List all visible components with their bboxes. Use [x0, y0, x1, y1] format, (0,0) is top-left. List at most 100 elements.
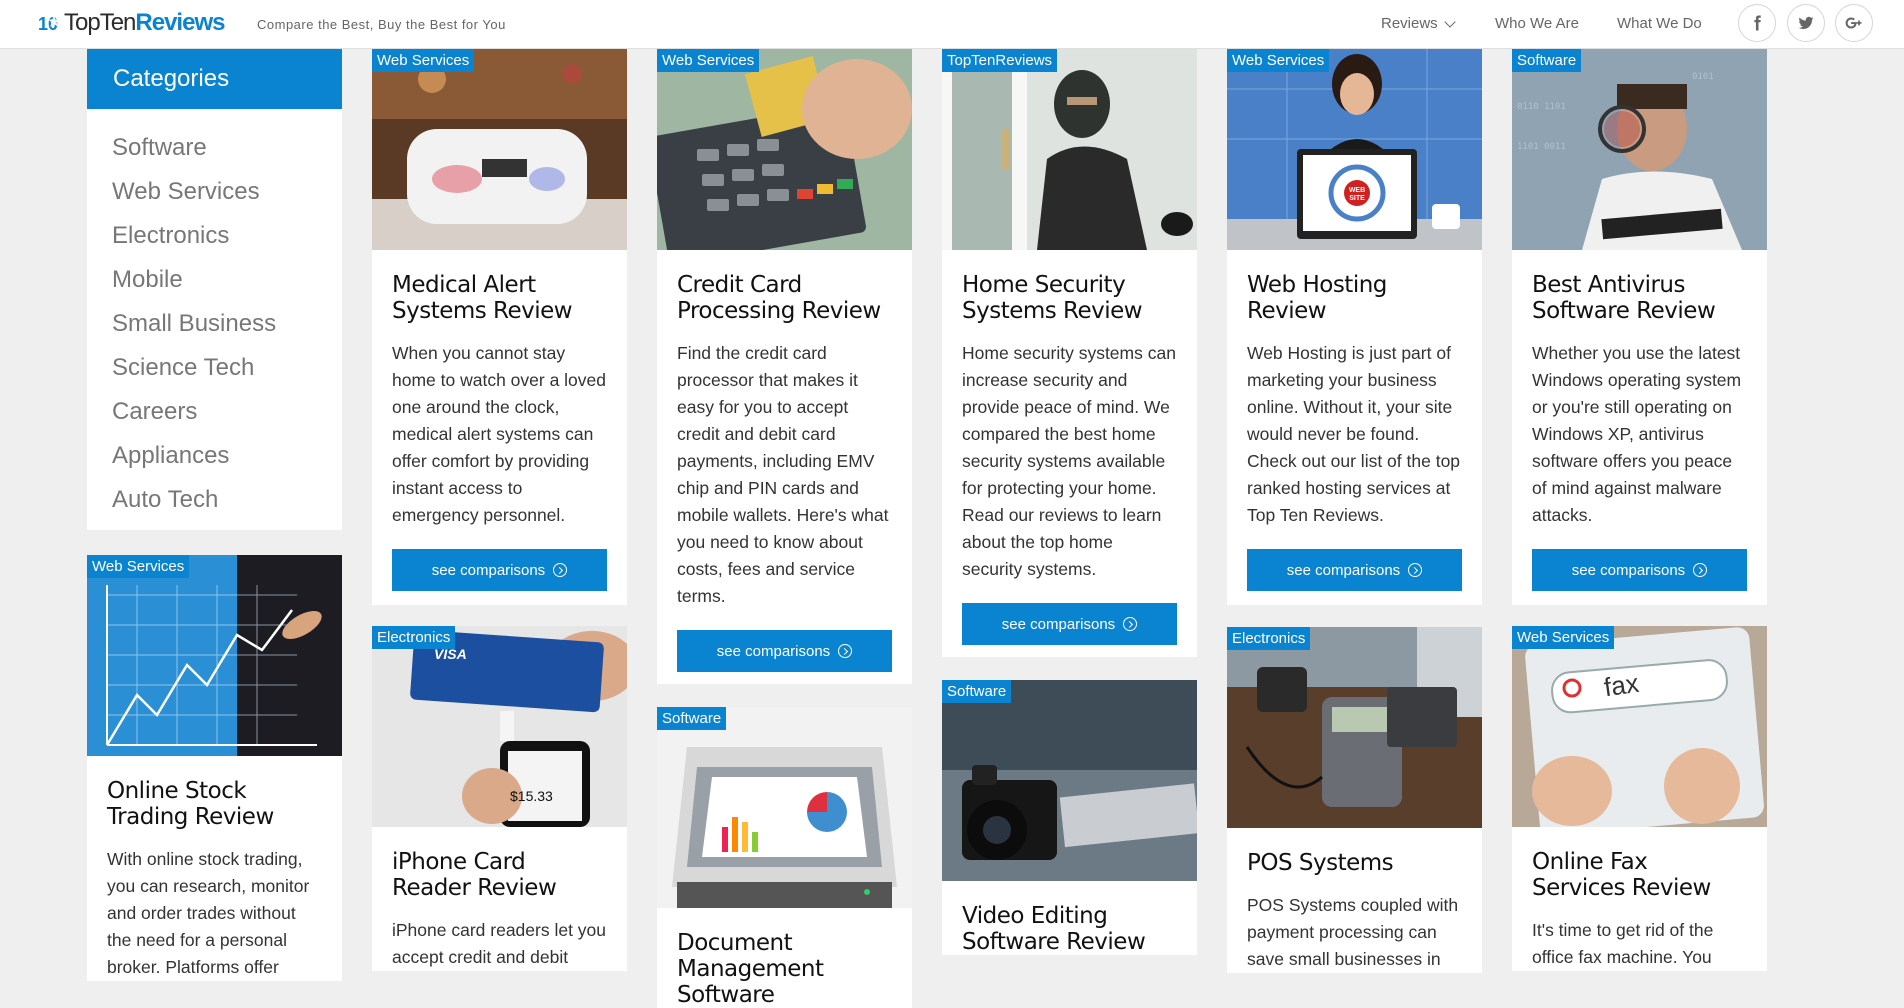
facebook-icon: [1754, 15, 1761, 31]
category-tag[interactable]: Web Services: [1227, 49, 1330, 72]
card-image[interactable]: 1011 01100110 11011101 00110101 Software: [1512, 49, 1767, 250]
review-card-stock-trading: Web Services Online Stock Trading Review…: [87, 555, 342, 981]
twitter-icon: [1798, 16, 1814, 30]
pos-terminal-image: [1227, 627, 1482, 828]
card-description: It's time to get rid of the office fax m…: [1532, 920, 1714, 967]
category-tag[interactable]: Software: [942, 680, 1012, 703]
card-image[interactable]: WEB SITE Web Services: [1227, 49, 1482, 250]
facebook-button[interactable]: [1738, 4, 1776, 42]
nav-reviews-dropdown[interactable]: Reviews: [1381, 15, 1456, 32]
document-scanner-image: [657, 707, 912, 908]
nav-who-we-are[interactable]: Who We Are: [1495, 15, 1579, 32]
nav-what-we-do[interactable]: What We Do: [1617, 15, 1702, 32]
card-title[interactable]: iPhone Card Reader Review: [372, 827, 627, 901]
category-item-science-tech[interactable]: Science Tech: [112, 346, 342, 390]
card-image[interactable]: Software: [942, 680, 1197, 881]
button-label: see comparisons: [1001, 615, 1116, 633]
category-tag[interactable]: Web Services: [1512, 626, 1615, 649]
review-card-online-fax: fax Web Services Online Fax Services Rev…: [1512, 626, 1767, 971]
twitter-button[interactable]: [1787, 4, 1825, 42]
category-tag[interactable]: Electronics: [372, 626, 456, 649]
category-item-small-business[interactable]: Small Business: [112, 302, 342, 346]
card-image[interactable]: Web Services: [657, 49, 912, 250]
card-title[interactable]: Online Fax Services Review: [1512, 827, 1767, 901]
category-item-careers[interactable]: Careers: [112, 390, 342, 434]
card-description: With online stock trading, you can resea…: [107, 849, 310, 977]
review-card-web-hosting: WEB SITE Web Services Web Hosting Review…: [1227, 49, 1482, 605]
category-tag[interactable]: Web Services: [372, 49, 475, 72]
card-image[interactable]: Software: [657, 707, 912, 908]
card-description: Whether you use the latest Windows opera…: [1532, 343, 1742, 525]
logo-text-ten: Ten: [99, 9, 137, 36]
burglar-window-image: [942, 49, 1197, 250]
arrow-circle-icon: [1408, 563, 1423, 577]
category-list: Software Web Services Electronics Mobile…: [87, 109, 342, 522]
review-card-medical-alert: Web Services Medical Alert Systems Revie…: [372, 49, 627, 605]
category-tag[interactable]: Software: [1512, 49, 1582, 72]
google-plus-button[interactable]: [1835, 4, 1873, 42]
category-tag[interactable]: Web Services: [657, 49, 760, 72]
card-title[interactable]: POS Systems: [1227, 828, 1482, 876]
card-title[interactable]: Best Antivirus Software Review: [1512, 250, 1767, 324]
card-description: When you cannot stay home to watch over …: [392, 343, 607, 525]
review-card-antivirus: 1011 01100110 11011101 00110101 Software…: [1512, 49, 1767, 605]
see-comparisons-button[interactable]: see comparisons: [1247, 549, 1462, 591]
category-tag[interactable]: TopTenReviews: [942, 49, 1058, 72]
iphone-card-reader-image: [372, 626, 627, 827]
arrow-circle-icon: [838, 644, 853, 658]
logo-text-reviews: Reviews: [135, 9, 225, 36]
card-title[interactable]: Document Management Software: [657, 908, 912, 1008]
arrow-circle-icon: [553, 563, 568, 577]
card-title[interactable]: Medical Alert Systems Review: [372, 250, 627, 324]
online-fax-tablet-image: [1512, 626, 1767, 827]
card-image[interactable]: TopTenReviews: [942, 49, 1197, 250]
category-tag[interactable]: Web Services: [87, 555, 190, 578]
card-description: Home security systems can increase secur…: [962, 343, 1176, 579]
category-item-web-services[interactable]: Web Services: [112, 170, 342, 214]
see-comparisons-button[interactable]: see comparisons: [962, 603, 1177, 645]
card-title[interactable]: Online Stock Trading Review: [87, 756, 342, 830]
antivirus-hacker-image: 1011 01100110 11011101 00110101: [1512, 49, 1767, 250]
card-image[interactable]: Web Services: [372, 49, 627, 250]
card-image[interactable]: Web Services: [87, 555, 342, 756]
card-image[interactable]: VISA $15.33 Electronics: [372, 626, 627, 827]
nav-reviews-label: Reviews: [1381, 15, 1438, 32]
site-logo[interactable]: 10 TopTenReviews: [38, 9, 225, 36]
top-navigation-bar: 10 TopTenReviews Compare the Best, Buy t…: [0, 0, 1904, 49]
button-label: see comparisons: [431, 561, 546, 579]
card-title[interactable]: Credit Card Processing Review: [657, 250, 912, 324]
review-card-video-editing: Software Video Editing Software Review: [942, 680, 1197, 955]
see-comparisons-button[interactable]: see comparisons: [1532, 549, 1747, 591]
category-item-software[interactable]: Software: [112, 126, 342, 170]
stock-chart-image: [87, 555, 342, 756]
review-card-pos-systems: Electronics POS Systems POS Systems coup…: [1227, 627, 1482, 973]
card-title[interactable]: Home Security Systems Review: [942, 250, 1197, 324]
video-camera-image: [942, 680, 1197, 881]
category-item-appliances[interactable]: Appliances: [112, 434, 342, 478]
button-label: see comparisons: [716, 642, 831, 660]
see-comparisons-button[interactable]: see comparisons: [392, 549, 607, 591]
medical-alert-device-image: [372, 49, 627, 250]
card-description: Web Hosting is just part of marketing yo…: [1247, 343, 1461, 525]
card-image[interactable]: fax Web Services: [1512, 626, 1767, 827]
card-title[interactable]: Web Hosting Review: [1227, 250, 1482, 324]
category-tag[interactable]: Electronics: [1227, 627, 1311, 650]
card-description: POS Systems coupled with payment process…: [1247, 895, 1459, 969]
card-image[interactable]: Electronics: [1227, 627, 1482, 828]
category-item-mobile[interactable]: Mobile: [112, 258, 342, 302]
svg-text:0101: 0101: [1692, 72, 1714, 82]
card-description: Find the credit card processor that make…: [677, 343, 889, 606]
svg-text:0110 1101: 0110 1101: [1517, 102, 1566, 112]
category-item-auto-tech[interactable]: Auto Tech: [112, 478, 342, 522]
review-card-iphone-card-reader: VISA $15.33 Electronics iPhone Card Read…: [372, 626, 627, 971]
card-description: iPhone card readers let you accept credi…: [392, 920, 607, 967]
see-comparisons-button[interactable]: see comparisons: [677, 630, 892, 672]
card-title[interactable]: Video Editing Software Review: [942, 881, 1197, 955]
category-tag[interactable]: Software: [657, 707, 727, 730]
arrow-circle-icon: [1123, 617, 1138, 631]
category-item-electronics[interactable]: Electronics: [112, 214, 342, 258]
web-hosting-image: [1227, 49, 1482, 250]
image-text-price: $15.33: [510, 788, 553, 804]
button-label: see comparisons: [1286, 561, 1401, 579]
chevron-down-icon: [1444, 15, 1456, 28]
